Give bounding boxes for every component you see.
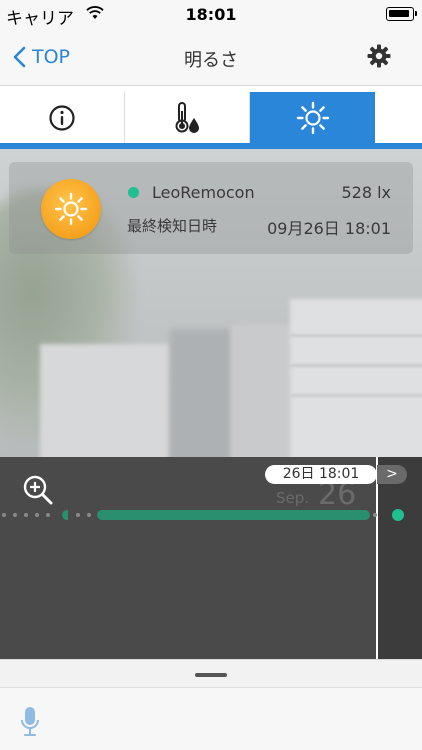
voice-input-bar bbox=[0, 687, 422, 750]
status-bar: キャリア 18:01 bbox=[0, 0, 422, 29]
photo-building bbox=[290, 299, 422, 457]
current-time-label: 26日 18:01 bbox=[265, 465, 377, 484]
navigation-bar: TOP 明るさ bbox=[0, 28, 422, 86]
zoom-in-icon[interactable] bbox=[22, 474, 54, 506]
photo-building bbox=[40, 344, 170, 457]
last-detected-value: 09月26日 18:01 bbox=[267, 219, 391, 238]
online-status-dot bbox=[128, 187, 139, 198]
timeline-tick bbox=[373, 513, 377, 517]
thermometer-drop-icon bbox=[175, 102, 199, 133]
microphone-icon[interactable] bbox=[20, 706, 40, 738]
timeline-future-area bbox=[378, 457, 422, 659]
tab-bar-filler bbox=[375, 92, 422, 144]
latest-reading-dot bbox=[392, 509, 404, 521]
tab-brightness[interactable] bbox=[250, 92, 375, 144]
sensor-info-card: LeoRemocon 528 lx 最終検知日時 09月26日 18:01 bbox=[9, 162, 413, 254]
photo-stripe bbox=[290, 364, 422, 367]
tab-temperature[interactable] bbox=[125, 92, 250, 144]
status-time: 18:01 bbox=[185, 5, 237, 24]
next-button[interactable]: > bbox=[377, 465, 407, 484]
page-title: 明るさ bbox=[184, 50, 238, 71]
battery-icon bbox=[386, 7, 417, 21]
timeline-tick bbox=[2, 513, 6, 517]
tab-info[interactable] bbox=[0, 92, 125, 144]
timeline-segment bbox=[62, 510, 68, 520]
segment-tabs bbox=[0, 92, 422, 144]
gear-icon[interactable] bbox=[366, 43, 392, 69]
device-name: LeoRemocon bbox=[152, 183, 255, 202]
timeline-track[interactable] bbox=[0, 509, 422, 521]
photo-stripe bbox=[290, 394, 422, 397]
timeline-tick bbox=[76, 513, 80, 517]
timeline-tick bbox=[35, 513, 39, 517]
history-timeline[interactable]: Sep. 26 26日 18:01 > bbox=[0, 457, 422, 659]
timeline-tick bbox=[24, 513, 28, 517]
info-icon bbox=[49, 105, 75, 131]
timeline-tick bbox=[46, 513, 50, 517]
sun-icon bbox=[54, 192, 88, 226]
current-time-marker bbox=[376, 457, 378, 659]
sun-icon bbox=[296, 101, 329, 135]
timeline-tick bbox=[87, 513, 91, 517]
lux-value: 528 lx bbox=[341, 183, 391, 202]
photo-stripe bbox=[290, 334, 422, 337]
timeline-tick bbox=[13, 513, 17, 517]
timeline-segment bbox=[97, 510, 370, 520]
bottom-drawer bbox=[0, 659, 422, 687]
last-detected-label: 最終検知日時 bbox=[127, 217, 218, 235]
watermark-month: Sep. bbox=[276, 489, 310, 507]
drawer-handle[interactable] bbox=[195, 673, 227, 677]
brightness-badge bbox=[41, 179, 101, 239]
